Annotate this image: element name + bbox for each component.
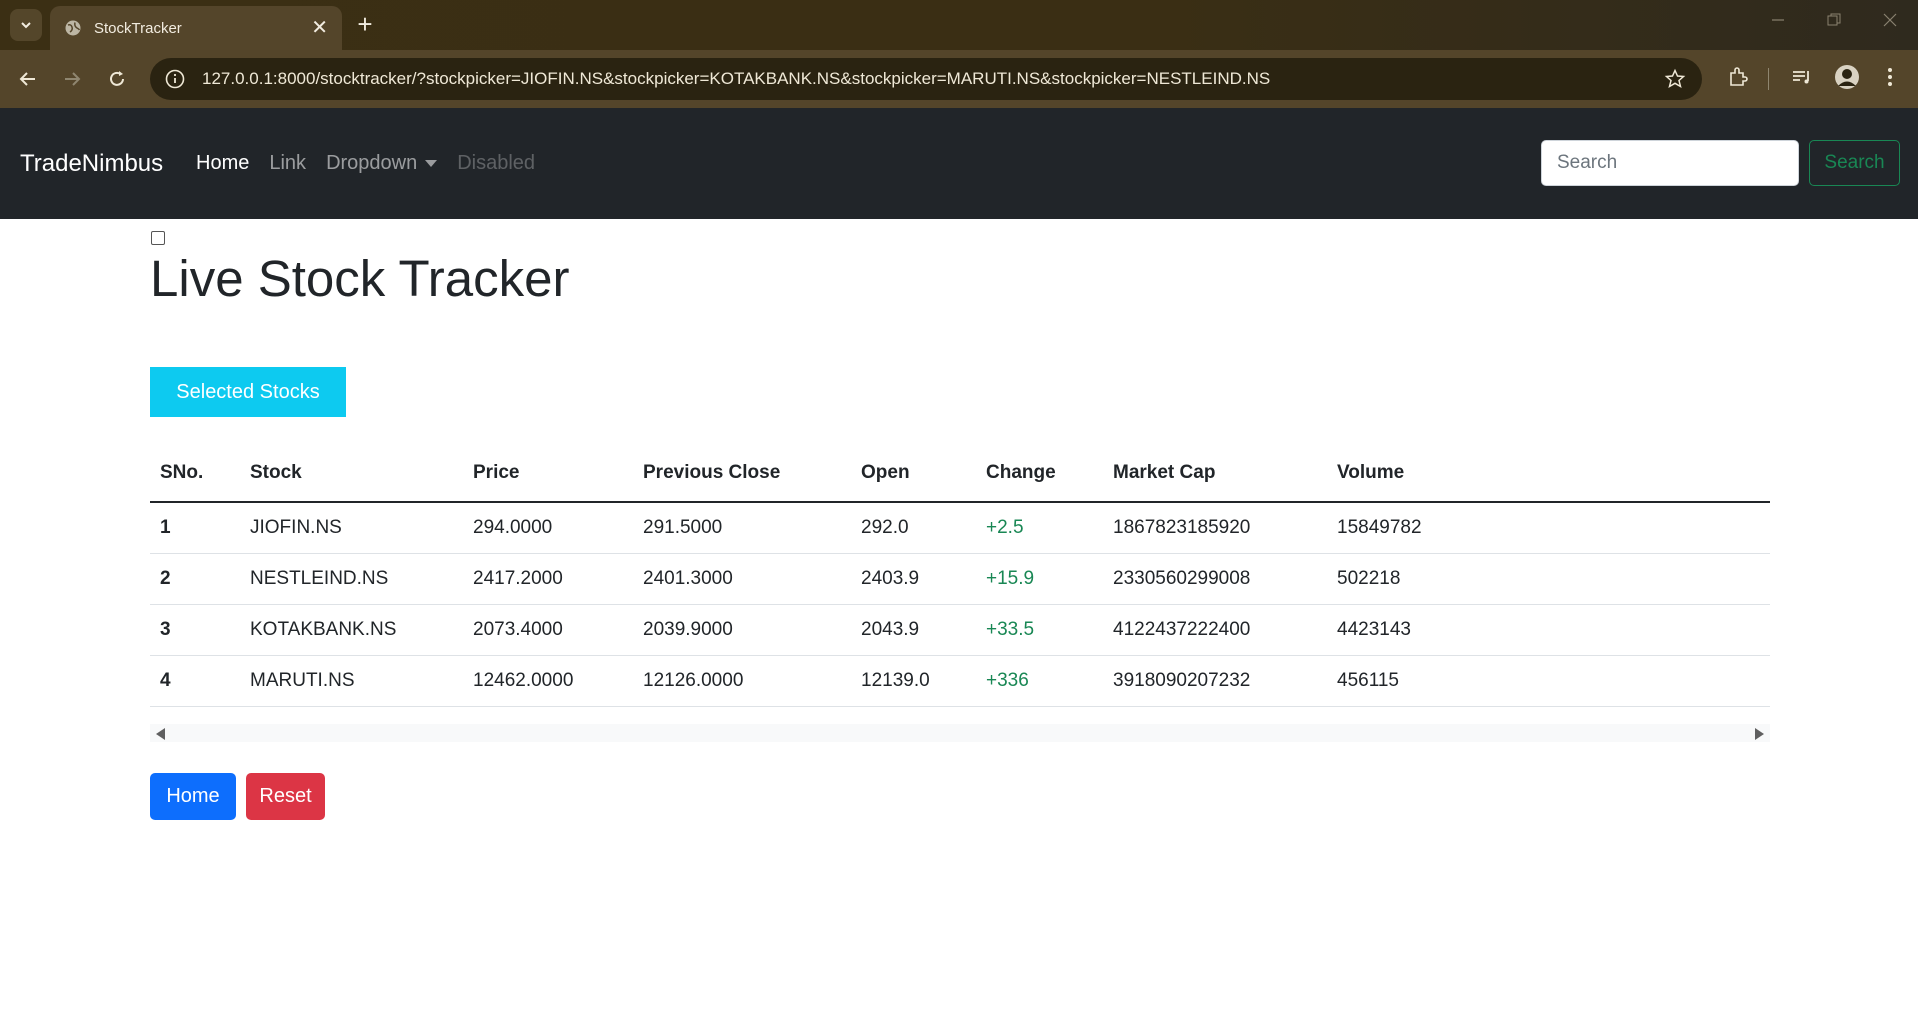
table-header-row: SNo. Stock Price Previous Close Open Cha… xyxy=(150,444,1770,503)
close-window-icon[interactable] xyxy=(1882,12,1898,33)
table-row: 2 NESTLEIND.NS 2417.2000 2401.3000 2403.… xyxy=(150,553,1770,605)
address-bar[interactable]: 127.0.0.1:8000/stocktracker/?stockpicker… xyxy=(150,58,1702,100)
cell-price: 2073.4000 xyxy=(463,604,633,656)
cell-market-cap: 2330560299008 xyxy=(1103,553,1327,605)
navbar-brand[interactable]: TradeNimbus xyxy=(20,150,163,178)
bookmark-star-icon[interactable] xyxy=(1664,68,1686,90)
forward-arrow-icon[interactable] xyxy=(60,67,84,91)
cell-stock: KOTAKBANK.NS xyxy=(240,604,463,656)
back-arrow-icon[interactable] xyxy=(16,67,40,91)
column-header-stock: Stock xyxy=(240,444,463,503)
cell-volume: 15849782 xyxy=(1327,502,1770,554)
cell-volume: 502218 xyxy=(1327,553,1770,605)
cell-stock: JIOFIN.NS xyxy=(240,502,463,554)
chevron-down-icon xyxy=(21,22,31,29)
toolbar-divider xyxy=(1768,68,1769,90)
cell-change: +336 xyxy=(976,655,1103,707)
cell-stock: NESTLEIND.NS xyxy=(240,553,463,605)
cell-previous-close: 291.5000 xyxy=(633,502,851,554)
stock-table: SNo. Stock Price Previous Close Open Cha… xyxy=(150,444,1770,707)
cell-sno: 4 xyxy=(150,655,240,707)
tab-close-icon[interactable]: ✕ xyxy=(311,18,328,38)
cell-price: 294.0000 xyxy=(463,502,633,554)
site-info-icon[interactable] xyxy=(164,68,186,90)
cell-open: 2043.9 xyxy=(851,604,976,656)
search-button[interactable]: Search xyxy=(1809,140,1900,186)
more-menu-icon[interactable] xyxy=(1882,65,1898,89)
table-row: 4 MARUTI.NS 12462.0000 12126.0000 12139.… xyxy=(150,655,1770,707)
reset-button[interactable]: Reset xyxy=(246,773,325,820)
column-header-previous-close: Previous Close xyxy=(633,444,851,503)
cell-volume: 4423143 xyxy=(1327,604,1770,656)
cell-sno: 3 xyxy=(150,604,240,656)
url-text[interactable]: 127.0.0.1:8000/stocktracker/?stockpicker… xyxy=(202,69,1664,89)
checkbox[interactable] xyxy=(151,231,165,245)
scroll-left-arrow-icon[interactable] xyxy=(156,728,165,740)
page-title: Live Stock Tracker xyxy=(150,250,570,307)
cell-previous-close: 2401.3000 xyxy=(633,553,851,605)
reload-icon[interactable] xyxy=(105,67,129,91)
nav-dropdown-label: Dropdown xyxy=(326,152,418,174)
column-header-volume: Volume xyxy=(1327,444,1770,503)
profile-avatar-icon[interactable] xyxy=(1834,64,1860,90)
home-button[interactable]: Home xyxy=(150,773,236,820)
globe-icon xyxy=(65,20,81,36)
column-header-price: Price xyxy=(463,444,633,503)
cell-market-cap: 4122437222400 xyxy=(1103,604,1327,656)
cell-open: 292.0 xyxy=(851,502,976,554)
nav-link-link[interactable]: Link xyxy=(269,152,306,175)
app-navbar: TradeNimbus Home Link Dropdown Disabled … xyxy=(0,108,1918,219)
cell-change: +2.5 xyxy=(976,502,1103,554)
cell-price: 12462.0000 xyxy=(463,655,633,707)
cell-volume: 456115 xyxy=(1327,655,1770,707)
restore-icon[interactable] xyxy=(1826,12,1842,33)
caret-down-icon xyxy=(425,160,438,168)
cell-stock: MARUTI.NS xyxy=(240,655,463,707)
column-header-open: Open xyxy=(851,444,976,503)
cell-market-cap: 3918090207232 xyxy=(1103,655,1327,707)
nav-dropdown[interactable]: Dropdown xyxy=(326,152,438,175)
nav-links: Home Link Dropdown Disabled xyxy=(196,152,555,175)
cell-sno: 1 xyxy=(150,502,240,554)
media-control-icon[interactable] xyxy=(1790,65,1814,89)
table-row: 3 KOTAKBANK.NS 2073.4000 2039.9000 2043.… xyxy=(150,604,1770,656)
nav-link-disabled: Disabled xyxy=(457,152,536,174)
browser-tab-strip: StockTracker ✕ + xyxy=(0,0,1918,50)
extensions-icon[interactable] xyxy=(1726,65,1750,89)
column-header-sno: SNo. xyxy=(150,444,240,503)
cell-change: +33.5 xyxy=(976,604,1103,656)
browser-tab[interactable]: StockTracker ✕ xyxy=(50,6,342,50)
column-header-change: Change xyxy=(976,444,1103,503)
cell-open: 12139.0 xyxy=(851,655,976,707)
search-input[interactable] xyxy=(1541,140,1799,186)
browser-toolbar: 127.0.0.1:8000/stocktracker/?stockpicker… xyxy=(0,50,1918,108)
cell-price: 2417.2000 xyxy=(463,553,633,605)
minimize-icon[interactable] xyxy=(1770,12,1786,33)
new-tab-button[interactable]: + xyxy=(352,11,378,38)
stock-table-container: SNo. Stock Price Previous Close Open Cha… xyxy=(150,444,1770,707)
scroll-right-arrow-icon[interactable] xyxy=(1755,728,1764,740)
cell-sno: 2 xyxy=(150,553,240,605)
nav-link-home[interactable]: Home xyxy=(196,152,249,175)
cell-previous-close: 12126.0000 xyxy=(633,655,851,707)
horizontal-scrollbar[interactable] xyxy=(150,724,1770,742)
cell-market-cap: 1867823185920 xyxy=(1103,502,1327,554)
cell-change: +15.9 xyxy=(976,553,1103,605)
cell-open: 2403.9 xyxy=(851,553,976,605)
table-row: 1 JIOFIN.NS 294.0000 291.5000 292.0 +2.5… xyxy=(150,502,1770,554)
cell-previous-close: 2039.9000 xyxy=(633,604,851,656)
column-header-market-cap: Market Cap xyxy=(1103,444,1327,503)
tab-search-button[interactable] xyxy=(10,9,42,41)
selected-stocks-button[interactable]: Selected Stocks xyxy=(150,367,346,417)
tab-title: StockTracker xyxy=(94,19,182,37)
